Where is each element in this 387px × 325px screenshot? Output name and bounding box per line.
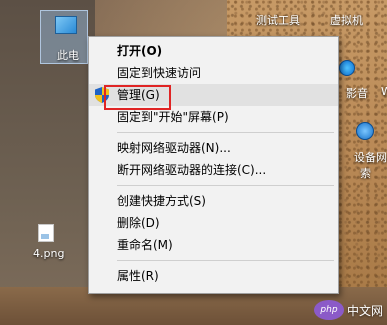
png-file-label: 4.png xyxy=(33,247,65,260)
this-pc-label: 此电 xyxy=(57,49,79,62)
menu-separator xyxy=(117,185,334,186)
computer-icon xyxy=(55,16,77,34)
partial-desktop-icon[interactable]: W xyxy=(381,85,387,98)
media-icon xyxy=(339,60,355,76)
network-diagnostics-desktop-icon[interactable]: 设备网络括 索 xyxy=(354,122,387,180)
partial-icon-label: W xyxy=(381,85,387,98)
context-menu: 打开(O) 固定到快速访问 管理(G) 固定到"开始"屏幕(P) 映射网络驱动器… xyxy=(88,36,339,294)
menu-item-map-network-drive[interactable]: 映射网络驱动器(N)... xyxy=(89,137,338,159)
watermark-text: 中文网 xyxy=(346,303,383,318)
network-diag-label-line2: 索 xyxy=(360,167,371,180)
menu-item-open[interactable]: 打开(O) xyxy=(89,40,338,62)
menu-item-delete[interactable]: 删除(D) xyxy=(89,212,338,234)
menu-item-properties[interactable]: 属性(R) xyxy=(89,265,338,287)
highlight-annotation-box xyxy=(104,85,171,110)
menu-item-pin-quick-access[interactable]: 固定到快速访问 xyxy=(89,62,338,84)
png-file-desktop-icon[interactable]: 4.png xyxy=(33,224,64,260)
watermark: php 中文网 xyxy=(313,300,383,320)
test-tool-label: 测试工具 xyxy=(256,14,300,27)
php-logo: php xyxy=(313,300,344,320)
network-icon xyxy=(356,122,374,140)
media-desktop-icon[interactable]: 影音 xyxy=(339,60,368,100)
media-label: 影音 xyxy=(346,87,368,100)
menu-separator xyxy=(117,132,334,133)
vm-label: 虚拟机 xyxy=(330,14,363,27)
menu-separator xyxy=(117,260,334,261)
network-diag-label-line1: 设备网络括 xyxy=(354,151,387,164)
menu-item-rename[interactable]: 重命名(M) xyxy=(89,234,338,256)
image-file-icon xyxy=(38,224,54,242)
this-pc-desktop-icon[interactable]: 此电 xyxy=(40,10,88,64)
menu-item-disconnect-network-drive[interactable]: 断开网络驱动器的连接(C)... xyxy=(89,159,338,181)
menu-item-create-shortcut[interactable]: 创建快捷方式(S) xyxy=(89,190,338,212)
